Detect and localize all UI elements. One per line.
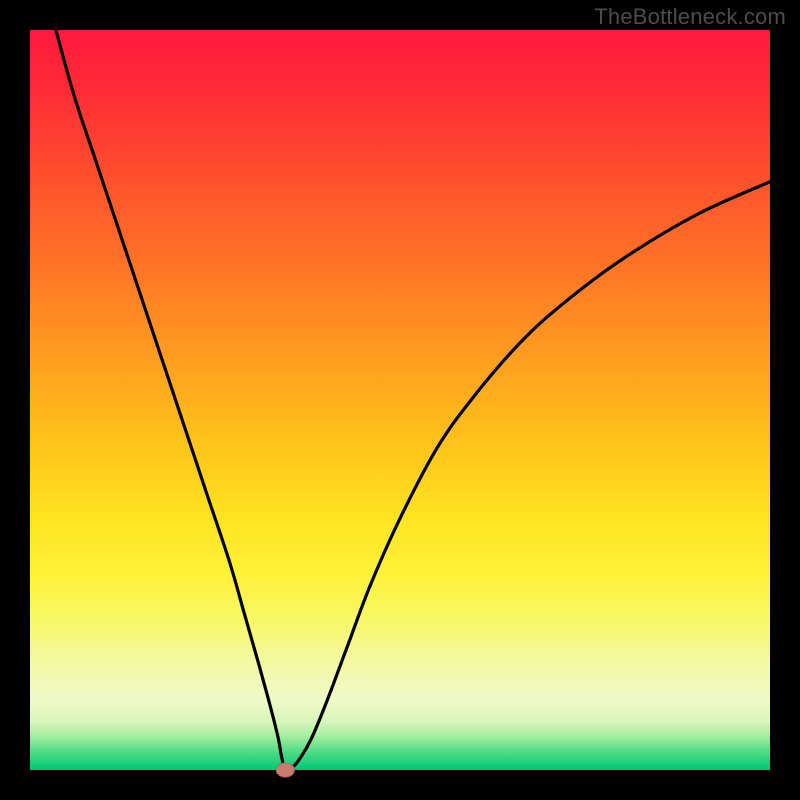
plot-background xyxy=(30,30,770,770)
bottleneck-chart xyxy=(0,0,800,800)
minimum-marker xyxy=(276,763,294,777)
watermark-text: TheBottleneck.com xyxy=(594,4,786,30)
chart-frame: TheBottleneck.com xyxy=(0,0,800,800)
